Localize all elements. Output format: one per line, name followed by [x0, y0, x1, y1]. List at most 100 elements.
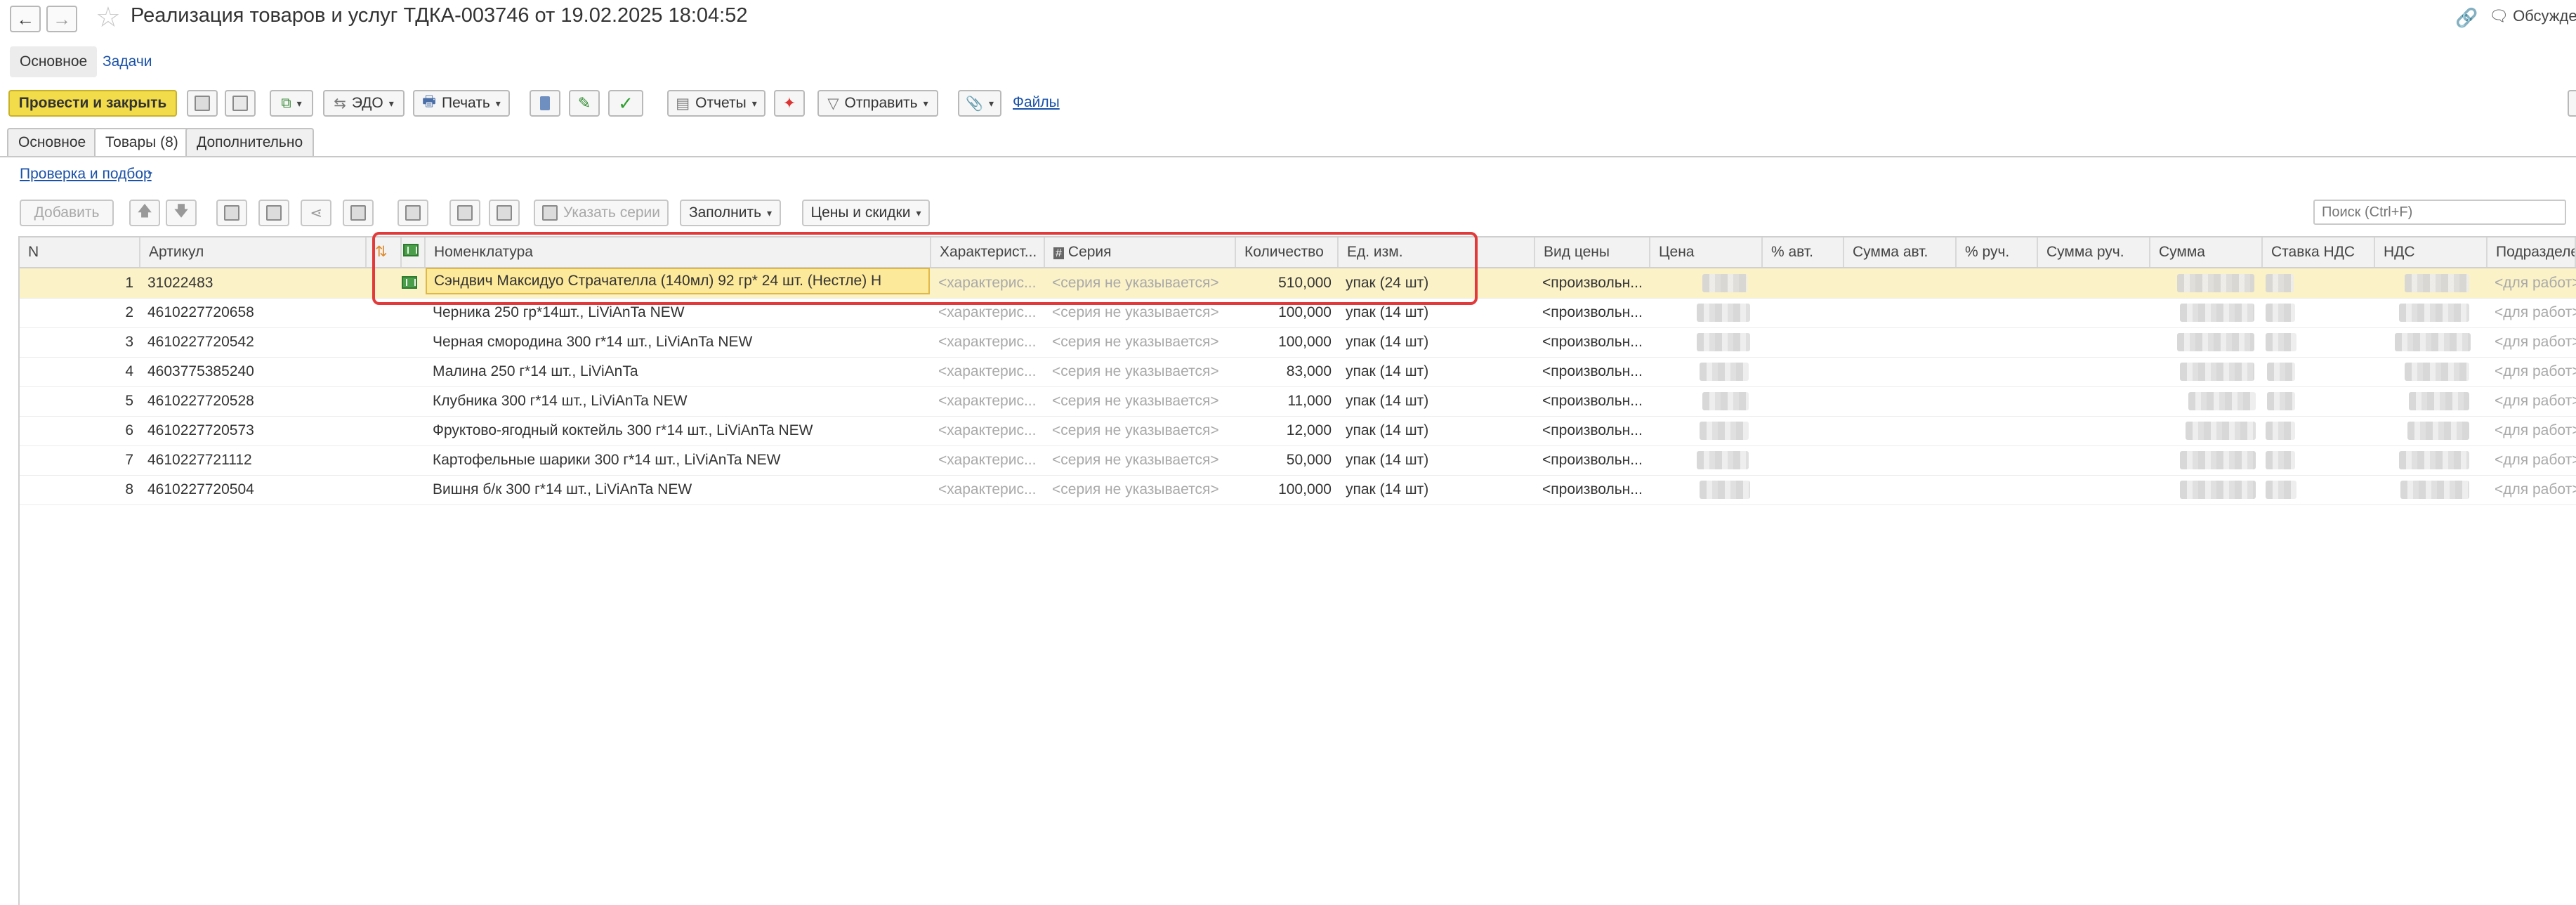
- create-based-button[interactable]: ⧉: [270, 90, 313, 117]
- redacted-value: [2266, 481, 2296, 499]
- post-and-close-button[interactable]: Провести и закрыть: [8, 90, 177, 117]
- row-division: <для работ>: [2495, 393, 2576, 409]
- table-settings-button[interactable]: [343, 200, 374, 226]
- redacted-value: [2266, 274, 2294, 292]
- document-button[interactable]: [530, 90, 560, 117]
- row-unit: упак (14 шт): [1346, 393, 1429, 409]
- col-header-price[interactable]: Цена: [1650, 237, 1763, 267]
- col-header-division[interactable]: Подразделен: [2488, 237, 2576, 267]
- col-header-vat[interactable]: НДС: [2375, 237, 2488, 267]
- back-button[interactable]: ←: [10, 6, 41, 32]
- row-unit: упак (14 шт): [1346, 363, 1429, 379]
- row-quantity: 100,000: [1278, 481, 1332, 497]
- post-icon: [232, 96, 248, 111]
- col-header-sum-manual[interactable]: Сумма руч.: [2038, 237, 2150, 267]
- approve-button[interactable]: ✓: [608, 90, 643, 117]
- row-price-type: <произвольн...: [1542, 334, 1643, 350]
- check-and-select-dropdown-icon[interactable]: -: [147, 163, 152, 181]
- section-tasks[interactable]: Задачи: [93, 46, 162, 77]
- save-button[interactable]: [187, 90, 218, 117]
- col-header-price-type[interactable]: Вид цены: [1535, 237, 1650, 267]
- print-labels-icon: [457, 205, 473, 221]
- bitrix-button[interactable]: ✦: [774, 90, 805, 117]
- row-number: 3: [125, 334, 133, 350]
- row-article: 4610227720504: [147, 481, 254, 497]
- print-labels-button[interactable]: [449, 200, 480, 226]
- col-header-pct-manual[interactable]: % руч.: [1957, 237, 2038, 267]
- split-row-button[interactable]: ⋖: [301, 200, 331, 226]
- pen-icon: ✎: [577, 94, 591, 112]
- edit-row-icon: [497, 205, 512, 221]
- redacted-value: [2186, 422, 2256, 440]
- prices-discounts-button[interactable]: Цены и скидки: [802, 200, 930, 226]
- row-price-type: <произвольн...: [1542, 304, 1643, 320]
- row-article: 4603775385240: [147, 363, 254, 379]
- col-header-article[interactable]: Артикул: [140, 237, 367, 267]
- col-header-pct-auto[interactable]: % авт.: [1763, 237, 1844, 267]
- files-link[interactable]: Файлы: [1013, 94, 1060, 111]
- sign-button[interactable]: ✎: [569, 90, 600, 117]
- col-header-sum[interactable]: Сумма: [2150, 237, 2263, 267]
- edit-row-button[interactable]: [489, 200, 520, 226]
- row-price-type: <произвольн...: [1542, 481, 1643, 497]
- col-header-n[interactable]: N: [20, 237, 140, 267]
- barcode-button[interactable]: [397, 200, 428, 226]
- more-actions-button[interactable]: [2568, 90, 2576, 117]
- add-row-button[interactable]: Добавить: [20, 200, 114, 226]
- check-and-select-link[interactable]: Проверка и подбор: [20, 166, 152, 183]
- attach-button[interactable]: 📎: [958, 90, 1001, 117]
- tab-extra[interactable]: Дополнительно: [185, 128, 315, 156]
- search-input[interactable]: [2313, 200, 2566, 225]
- row-article: 4610227720542: [147, 334, 254, 350]
- row-characteristic: <характерис...: [938, 481, 1037, 497]
- share-icon: ⋖: [310, 204, 322, 221]
- redacted-value: [2395, 333, 2471, 351]
- fill-button[interactable]: Заполнить: [680, 200, 781, 226]
- row-quantity: 12,000: [1286, 422, 1332, 438]
- check-and-select-label: Проверка и подбор: [20, 166, 152, 182]
- col-header-vat-rate[interactable]: Ставка НДС: [2263, 237, 2375, 267]
- post-button[interactable]: [225, 90, 256, 117]
- row-quantity: 83,000: [1286, 363, 1332, 379]
- discuss-button[interactable]: 🗨 Обсужде: [2489, 7, 2576, 25]
- row-number: 4: [125, 363, 133, 379]
- move-down-button[interactable]: 🡇: [166, 200, 197, 226]
- row-nomenclature: Фруктово-ягодный коктейль 300 г*14 шт., …: [433, 422, 813, 438]
- arrow-left-icon: ←: [16, 8, 34, 30]
- reports-button[interactable]: ▤ Отчеты: [667, 90, 765, 117]
- section-main[interactable]: Основное: [10, 46, 98, 77]
- forward-button[interactable]: →: [46, 6, 77, 32]
- col-header-sum-auto[interactable]: Сумма авт.: [1844, 237, 1957, 267]
- print-button[interactable]: 🖶 Печать: [413, 90, 510, 117]
- row-series: <серия не указывается>: [1052, 393, 1219, 409]
- paste-row-button[interactable]: [258, 200, 289, 226]
- redacted-value: [2266, 333, 2296, 351]
- send-button[interactable]: ▽ Отправить: [817, 90, 938, 117]
- favorite-star-icon[interactable]: ☆: [96, 1, 121, 34]
- row-nomenclature: Вишня б/к 300 г*14 шт., LiViAnTa NEW: [433, 481, 692, 497]
- specify-series-button[interactable]: Указать серии: [534, 200, 669, 226]
- tab-main[interactable]: Основное: [7, 128, 98, 156]
- redacted-value: [1697, 451, 1749, 469]
- send-icon: ▽: [827, 95, 839, 112]
- link-icon[interactable]: 🔗: [2455, 7, 2478, 29]
- row-quantity: 100,000: [1278, 334, 1332, 350]
- move-up-button[interactable]: 🡅: [129, 200, 160, 226]
- redacted-value: [2267, 363, 2295, 381]
- row-nomenclature: Картофельные шарики 300 г*14 шт., LiViAn…: [433, 452, 781, 468]
- row-unit: упак (14 шт): [1346, 452, 1429, 468]
- reports-label: Отчеты: [695, 95, 747, 111]
- row-number: 5: [125, 393, 133, 409]
- redacted-value: [1700, 422, 1749, 440]
- arrow-right-icon: →: [53, 8, 71, 30]
- tab-goods[interactable]: Товары (8): [94, 128, 190, 157]
- row-quantity: 50,000: [1286, 452, 1332, 468]
- save-icon: [195, 96, 210, 111]
- redacted-value: [2180, 481, 2256, 499]
- prices-discounts-label: Цены и скидки: [810, 204, 911, 221]
- row-price-type: <произвольн...: [1542, 363, 1643, 379]
- redacted-value: [1700, 363, 1749, 381]
- copy-row-button[interactable]: [216, 200, 247, 226]
- row-series: <серия не указывается>: [1052, 334, 1219, 350]
- edo-button[interactable]: ⇆ ЭДО: [323, 90, 405, 117]
